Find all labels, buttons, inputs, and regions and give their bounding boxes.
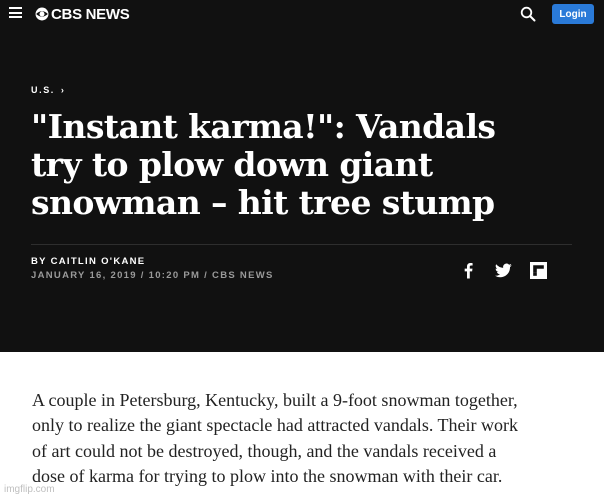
chevron-right-icon: › xyxy=(60,85,64,95)
breadcrumb-section-label: U.S. xyxy=(31,85,55,95)
breadcrumb[interactable]: U.S. › xyxy=(31,85,64,95)
body-line-2: only to realize the giant spectacle had … xyxy=(32,415,518,436)
facebook-icon[interactable] xyxy=(460,262,477,279)
headline-line-3: snowman – hit tree stump xyxy=(31,183,495,222)
imgflip-watermark: imgflip.com xyxy=(4,484,55,495)
cbs-news-logo[interactable]: CBS NEWS xyxy=(35,5,130,23)
header-divider xyxy=(31,244,572,245)
top-navigation-bar: CBS NEWS Login xyxy=(0,0,604,28)
login-button[interactable]: Login xyxy=(552,4,594,24)
search-icon[interactable] xyxy=(520,6,536,22)
headline-line-2: try to plow down giant xyxy=(31,145,433,184)
body-line-3: of art could not be destroyed, though, a… xyxy=(32,440,497,461)
article-header-section: CBS NEWS Login U.S. › "Instant karma!": V… xyxy=(0,0,604,352)
logo-wordmark: CBS NEWS xyxy=(51,5,130,23)
twitter-icon[interactable] xyxy=(495,262,512,279)
publish-dateline: JANUARY 16, 2019 / 10:20 PM / CBS NEWS xyxy=(31,270,274,281)
body-line-1: A couple in Petersburg, Kentucky, built … xyxy=(32,390,518,410)
article-headline: "Instant karma!": Vandals try to plow do… xyxy=(31,108,576,222)
flipboard-icon[interactable] xyxy=(530,262,547,279)
headline-line-1: "Instant karma!": Vandals xyxy=(31,107,496,146)
author-byline[interactable]: BY CAITLIN O'KANE xyxy=(31,256,145,267)
body-line-4: dose of karma for trying to plow into th… xyxy=(32,465,503,486)
menu-icon[interactable] xyxy=(9,7,22,18)
article-body-paragraph: A couple in Petersburg, Kentucky, built … xyxy=(32,388,577,489)
cbs-eye-icon xyxy=(35,7,49,21)
